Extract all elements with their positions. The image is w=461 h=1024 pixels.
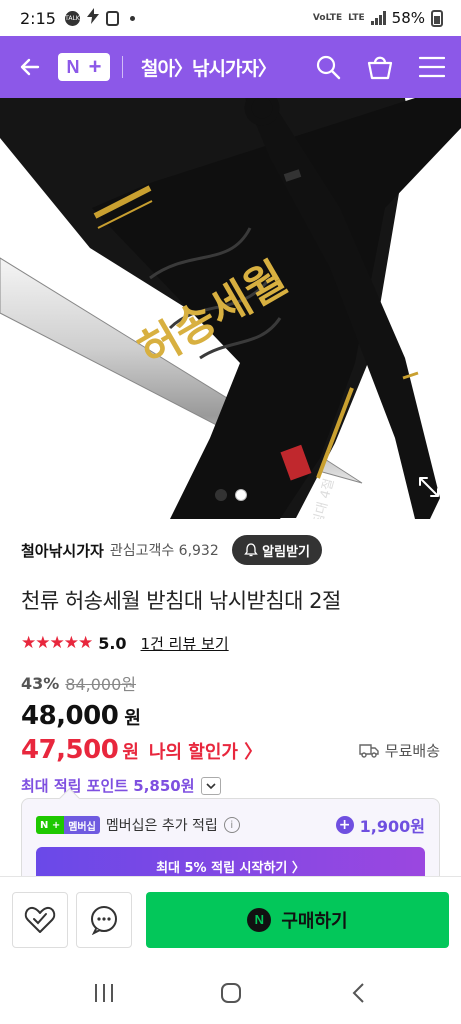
notification-button[interactable]: 알림받기 [232, 535, 322, 565]
store-name[interactable]: 철아〉낚시가자〉 [141, 54, 277, 81]
pagination-dot-1[interactable] [214, 489, 227, 501]
my-price-row[interactable]: 47,500 원 나의 할인가 〉 무료배송 [21, 735, 440, 765]
sale-price-unit: 원 [124, 708, 141, 729]
shipping-info: 무료배송 [359, 740, 440, 761]
battery-percent: 58% [391, 9, 425, 27]
follower-count: 관심고객수 6,932 [109, 543, 219, 559]
logo-plus: + [88, 54, 102, 79]
home-icon[interactable] [211, 973, 251, 1013]
rating-stars-icon: ★★★★★ [21, 633, 93, 653]
action-bar: N 구매하기 [0, 876, 461, 962]
talk-button[interactable] [76, 891, 132, 948]
menu-icon[interactable] [417, 52, 447, 82]
back-icon[interactable] [338, 973, 378, 1013]
expand-icon[interactable] [415, 473, 443, 501]
badge-np: N + [36, 816, 65, 834]
volte-label: VoLTE [312, 12, 343, 23]
chevron-down-icon[interactable] [200, 776, 221, 795]
price-row: 48,000 원 [21, 701, 440, 731]
discount-rate: 43% [21, 673, 60, 693]
seller-name[interactable]: 철아낚시가자 [21, 540, 104, 561]
wishlist-button[interactable] [12, 891, 68, 948]
product-title: 천류 허송세월 받침대 낚시받침대 2절 [21, 589, 341, 613]
back-arrow-icon[interactable] [14, 51, 46, 83]
image-pagination [214, 489, 247, 501]
bell-plus-icon [244, 543, 258, 557]
logo-n: N [66, 56, 80, 77]
plus-circle-icon: + [335, 816, 354, 834]
naver-plus-logo[interactable]: N + [58, 53, 110, 81]
recent-apps-icon[interactable] [84, 973, 124, 1013]
lightning-icon [86, 8, 99, 28]
my-discount-price-unit: 원 [122, 742, 139, 763]
heart-check-icon [24, 906, 56, 933]
truck-icon [359, 744, 379, 758]
signal-icon [370, 11, 386, 25]
search-icon[interactable] [313, 52, 343, 82]
app-header: N + 철아〉낚시가자〉 [0, 36, 461, 98]
status-bar: 2:15 TALK VoLTE LTE 58% [0, 0, 461, 36]
rod-illustration: 허송세월 받침대 4절 [0, 98, 461, 519]
naver-pay-icon: N [247, 907, 272, 932]
sale-price: 48,000 [21, 701, 119, 731]
rating-row: ★★★★★ 5.0 1건 리뷰 보기 [21, 631, 440, 655]
system-nav-bar [0, 962, 461, 1024]
header-divider [122, 56, 123, 78]
chat-bubble-icon [91, 905, 117, 935]
my-discount-price: 47,500 [21, 735, 119, 765]
my-discount-label[interactable]: 나의 할인가 〉 [149, 738, 262, 764]
rating-score: 5.0 [98, 633, 127, 653]
badge-membership: 멤버십 [64, 816, 100, 834]
membership-points: + 1,900원 [335, 813, 425, 837]
discount-row: 43% 84,000원 [21, 671, 440, 695]
product-image[interactable]: 허송세월 받침대 4절 [0, 98, 461, 519]
max-points-label: 최대 적립 포인트 5,850원 [21, 777, 195, 795]
battery-icon [431, 9, 443, 27]
original-price: 84,000원 [65, 675, 137, 694]
membership-text: 멤버십은 추가 적립 [105, 818, 218, 834]
shipping-label: 무료배송 [384, 741, 440, 760]
notification-button-label: 알림받기 [262, 544, 310, 560]
lte-label: LTE [348, 12, 365, 23]
shopping-bag-icon[interactable] [365, 52, 395, 82]
status-time: 2:15 [20, 8, 56, 28]
buy-button[interactable]: N 구매하기 [146, 891, 449, 948]
membership-points-value: 1,900원 [359, 817, 425, 836]
talk-notification-icon: TALK [64, 10, 80, 26]
more-notifications-dot [129, 15, 135, 21]
app-notification-icon [105, 10, 119, 26]
review-link[interactable]: 1건 리뷰 보기 [141, 633, 229, 654]
pagination-dot-2[interactable] [234, 489, 247, 501]
info-icon[interactable]: i [223, 817, 240, 833]
membership-box: N + 멤버십 멤버십은 추가 적립 i + 1,900원 최대 5% 적립 시… [21, 798, 440, 888]
seller-row: 철아낚시가자 관심고객수 6,932 알림받기 [21, 519, 440, 581]
product-info: 철아낚시가자 관심고객수 6,932 알림받기 천류 허송세월 받침대 낚시받침… [0, 519, 461, 796]
naver-plus-membership-badge: N + 멤버십 [36, 816, 100, 834]
points-row[interactable]: 최대 적립 포인트 5,850원 [21, 775, 440, 796]
buy-button-label: 구매하기 [281, 910, 348, 932]
